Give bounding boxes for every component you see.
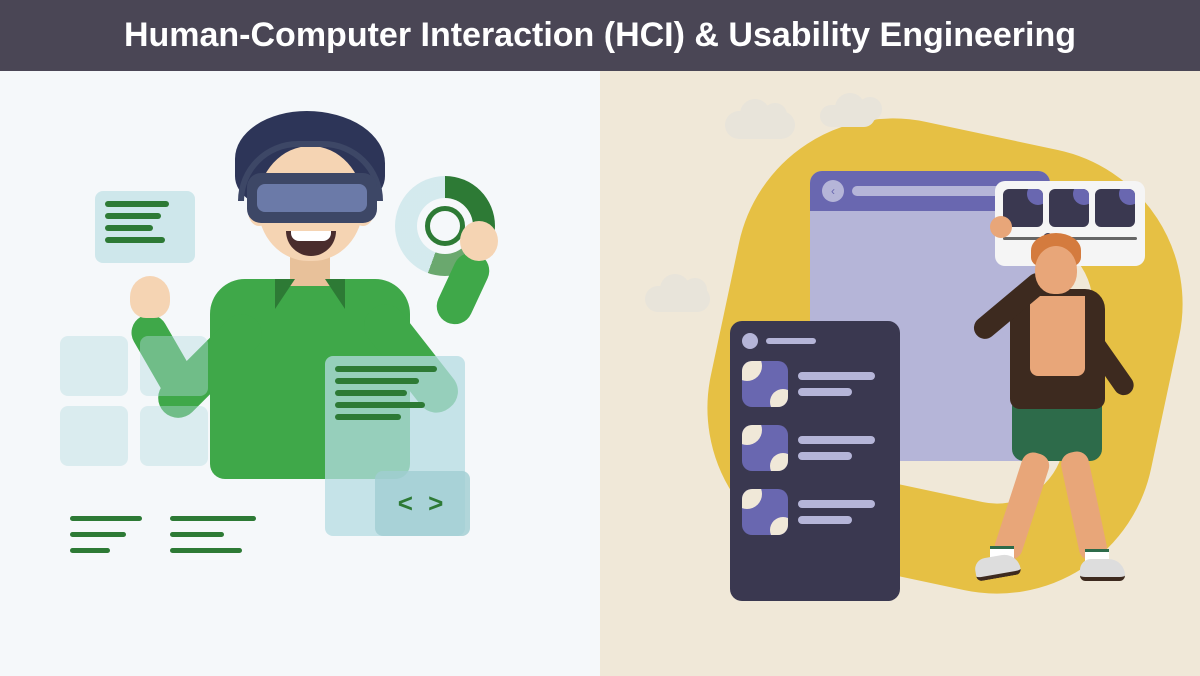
text-placeholder-line [335,414,401,420]
list-item [742,361,888,407]
app-tile-icon [742,489,788,535]
text-placeholder-line [105,201,169,207]
text-placeholder-line [335,378,419,384]
code-brackets-icon: < > [398,488,448,519]
list-item [742,489,888,535]
text-placeholder-block [170,516,260,559]
content-area: < > ‹ [0,71,1200,676]
page-title: Human-Computer Interaction (HCI) & Usabi… [124,16,1076,54]
text-placeholder-line [766,338,816,344]
floating-ui-tile [140,336,208,396]
text-placeholder-line [105,213,161,219]
avatar-icon [742,333,758,349]
code-symbol-panel: < > [375,471,470,536]
text-placeholder-line [105,237,165,243]
text-placeholder-block [70,516,150,559]
illustration-right-usability: ‹ [600,71,1200,676]
cloud-icon [820,105,875,127]
text-placeholder-line [335,402,425,408]
cloud-icon [645,286,710,312]
illustration-left-hci: < > [0,71,600,676]
page-title-banner: Human-Computer Interaction (HCI) & Usabi… [0,0,1200,71]
app-list-header [742,333,888,349]
floating-ui-tile [60,336,128,396]
app-list-mockup [730,321,900,601]
list-item [742,425,888,471]
cloud-icon [725,111,795,139]
app-tile-icon [742,361,788,407]
text-placeholder-line [335,390,407,396]
floating-ui-tile [140,406,208,466]
text-placeholder-line [105,225,153,231]
designer-person-illustration [950,221,1170,621]
app-tile-icon [742,425,788,471]
floating-ui-tile [60,406,128,466]
back-button-icon: ‹ [822,180,844,202]
vr-headset-icon [247,173,377,223]
text-placeholder-line [335,366,437,372]
